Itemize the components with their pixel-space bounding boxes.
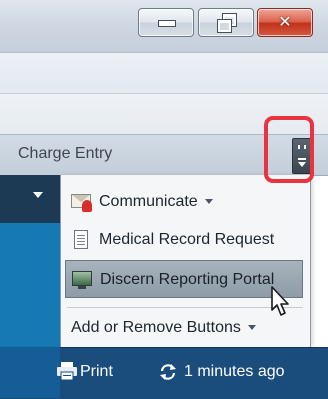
menu-item-discern-reporting-portal[interactable]: Discern Reporting Portal: [65, 260, 303, 298]
printer-icon[interactable]: [56, 361, 78, 381]
menu-item-communicate[interactable]: Communicate: [65, 185, 303, 219]
toolbar-overflow-menu: Communicate Medical Record Request Disce…: [60, 175, 311, 347]
chevron-down-icon: [204, 199, 213, 205]
last-refresh-time: 1 minutes ago: [184, 363, 285, 380]
communicate-icon: [71, 192, 93, 212]
charge-entry-button[interactable]: Charge Entry: [18, 145, 112, 163]
restore-icon: [217, 13, 237, 33]
window-title-bar: ✕: [0, 0, 328, 53]
left-dropdown-arrow-icon[interactable]: [33, 192, 43, 198]
highlight-outline: [264, 116, 314, 183]
menu-item-label: Communicate: [99, 193, 213, 211]
minimize-button[interactable]: [138, 8, 194, 37]
refresh-icon[interactable]: [158, 363, 178, 381]
print-button[interactable]: Print: [80, 363, 113, 381]
menu-item-label: Add or Remove Buttons: [71, 319, 256, 337]
document-icon: [71, 230, 93, 250]
menu-item-add-or-remove-buttons[interactable]: Add or Remove Buttons: [65, 311, 303, 345]
menu-item-medical-record-request[interactable]: Medical Record Request: [65, 223, 303, 257]
close-icon: ✕: [278, 14, 292, 31]
monitor-icon: [72, 270, 94, 290]
status-bar-left-strip: [0, 347, 60, 398]
restore-button[interactable]: [198, 8, 254, 37]
close-button[interactable]: ✕: [257, 8, 313, 37]
left-panel-header[interactable]: [0, 175, 60, 223]
menu-item-label: Medical Record Request: [99, 231, 275, 248]
menu-item-label: Discern Reporting Portal: [100, 271, 275, 288]
mouse-cursor-icon: [270, 286, 294, 320]
minimize-icon: [158, 20, 176, 27]
chevron-down-icon: [247, 325, 256, 331]
header-band: [0, 53, 328, 94]
menu-separator: [67, 307, 303, 308]
